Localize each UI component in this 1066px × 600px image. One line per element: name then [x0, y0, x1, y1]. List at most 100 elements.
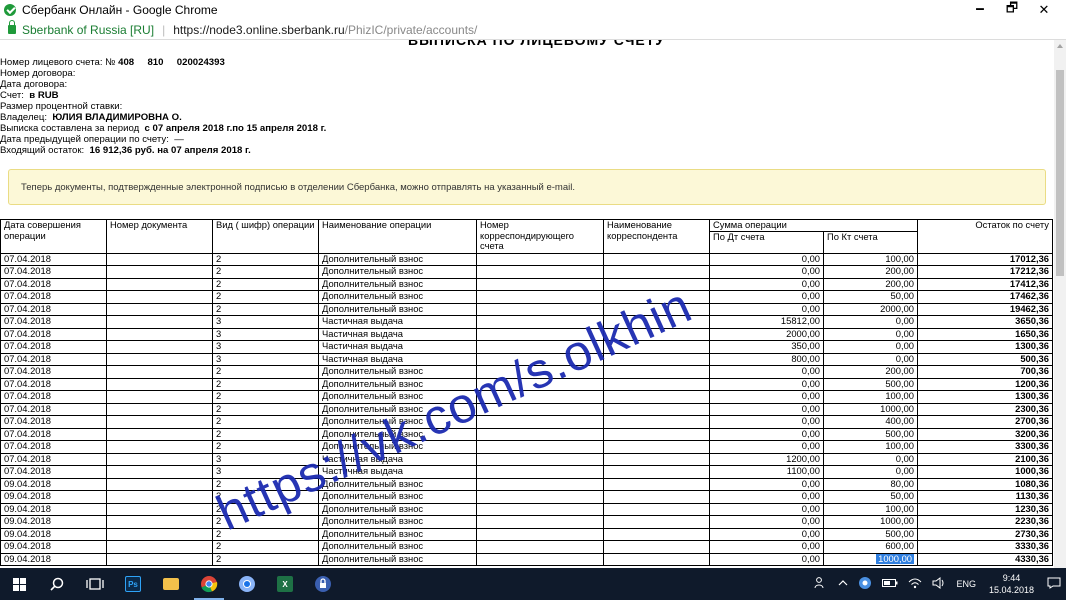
cell-operation-type: 2	[212, 440, 319, 454]
cell-date: 07.04.2018	[0, 290, 107, 304]
cell-corr-name	[603, 527, 710, 541]
cell-credit: 0,00	[823, 327, 918, 341]
clock[interactable]: 9:44 15.04.2018	[989, 572, 1034, 596]
cell-balance: 2300,36	[917, 402, 1053, 416]
taskbar-chrome-alt[interactable]	[228, 568, 266, 600]
cell-date: 07.04.2018	[0, 440, 107, 454]
url-path[interactable]: /PhizIC/private/accounts/	[345, 23, 478, 37]
cell-debit: 0,00	[709, 415, 824, 429]
cell-corr-name	[603, 390, 710, 404]
site-identity[interactable]: Sberbank of Russia [RU]	[22, 23, 154, 37]
cell-credit: 100,00	[823, 252, 918, 266]
table-row: 07.04.2018 2 Дополнительный взнос 0,00 500,0…	[0, 427, 1053, 441]
cell-balance: 2230,36	[917, 515, 1053, 529]
table-header-row: Дата совершения операции Номер документа…	[0, 219, 1053, 254]
cell-doc-number	[106, 390, 213, 404]
url-host[interactable]: https://node3.online.sberbank.ru	[173, 23, 344, 37]
search-button[interactable]	[38, 568, 76, 600]
cell-operation-type: 2	[212, 252, 319, 266]
cell-balance: 2730,36	[917, 527, 1053, 541]
cell-doc-number	[106, 502, 213, 516]
cell-balance: 2700,36	[917, 415, 1053, 429]
info-account-number: Номер лицевого счета: № 408 810 02002439…	[0, 57, 326, 68]
cell-corr-name	[603, 365, 710, 379]
cell-doc-number	[106, 515, 213, 529]
notifications-icon[interactable]	[1047, 577, 1061, 591]
scroll-up-arrow-icon[interactable]	[1057, 44, 1063, 48]
battery-icon[interactable]	[882, 578, 898, 590]
cell-doc-number	[106, 290, 213, 304]
cell-doc-number	[106, 302, 213, 316]
scrollbar-thumb[interactable]	[1056, 70, 1064, 276]
tray-app-icon[interactable]	[858, 576, 872, 592]
contract-date-label: Дата договора:	[0, 79, 68, 90]
cell-operation-type: 2	[212, 290, 319, 304]
volume-icon[interactable]	[932, 577, 946, 591]
address-bar[interactable]: Sberbank of Russia [RU] | https://node3.…	[0, 20, 1066, 40]
cell-operation-type: 3	[212, 352, 319, 366]
cell-debit: 1100,00	[709, 465, 824, 479]
cell-operation-type: 2	[212, 365, 319, 379]
cell-date: 07.04.2018	[0, 315, 107, 329]
cell-corr-account	[476, 465, 604, 479]
cell-balance: 1230,36	[917, 502, 1053, 516]
cell-operation-type: 3	[212, 452, 319, 466]
cell-credit: 500,00	[823, 527, 918, 541]
page-scrollbar[interactable]	[1054, 40, 1066, 568]
cell-credit: 200,00	[823, 277, 918, 291]
cell-balance: 3300,36	[917, 440, 1053, 454]
owner-value: ЮЛИЯ ВЛАДИМИРОВНА О.	[52, 112, 182, 123]
cell-corr-name	[603, 277, 710, 291]
cell-corr-name	[603, 477, 710, 491]
cell-date: 07.04.2018	[0, 265, 107, 279]
cell-operation-type: 2	[212, 265, 319, 279]
col-sum: Сумма операции	[709, 219, 918, 232]
cell-operation-name: Дополнительный взнос	[318, 427, 477, 441]
task-view-button[interactable]	[76, 568, 114, 600]
table-row: 07.04.2018 2 Дополнительный взнос 0,00 200,0…	[0, 265, 1053, 279]
cell-date: 07.04.2018	[0, 327, 107, 341]
people-icon[interactable]	[814, 577, 828, 591]
taskbar-chrome[interactable]	[190, 568, 228, 600]
network-icon[interactable]	[908, 577, 922, 591]
close-button[interactable]: ✕	[1028, 0, 1060, 20]
cell-debit: 0,00	[709, 515, 824, 529]
cell-corr-name	[603, 502, 710, 516]
cell-credit: 1000,00	[823, 515, 918, 529]
page-title: ВЫПИСКА ПО ЛИЦЕВОМУ СЧЕТУ	[408, 40, 665, 48]
taskbar-file-explorer[interactable]	[152, 568, 190, 600]
cell-doc-number	[106, 377, 213, 391]
table-row: 07.04.2018 2 Дополнительный взнос 0,00 2000,…	[0, 302, 1053, 316]
taskbar-photoshop[interactable]: Ps	[114, 568, 152, 600]
chevron-up-icon[interactable]	[838, 579, 848, 589]
col-debit: По Дт счета	[709, 230, 824, 254]
cell-date: 07.04.2018	[0, 452, 107, 466]
restore-button[interactable]: 🗗	[996, 0, 1028, 20]
col-operation-type: Вид ( шифр) операции	[212, 219, 319, 254]
cell-corr-account	[476, 415, 604, 429]
owner-label: Владелец:	[0, 112, 48, 123]
cell-credit: 100,00	[823, 502, 918, 516]
cell-corr-account	[476, 327, 604, 341]
cell-debit: 0,00	[709, 402, 824, 416]
cell-credit: 200,00	[823, 365, 918, 379]
cell-balance: 17412,36	[917, 277, 1053, 291]
cell-operation-name: Дополнительный взнос	[318, 527, 477, 541]
taskbar-excel[interactable]: X	[266, 568, 304, 600]
cell-date: 09.04.2018	[0, 490, 107, 504]
prev-operation-value: —	[174, 134, 184, 145]
cell-doc-number	[106, 552, 213, 566]
start-button[interactable]	[0, 568, 38, 600]
lock-icon[interactable]	[8, 20, 16, 34]
cell-doc-number	[106, 452, 213, 466]
account-number-label: Номер лицевого счета: №	[0, 57, 116, 68]
table-row: 09.04.2018 2 Дополнительный взнос 0,00 100,0…	[0, 502, 1053, 516]
minimize-button[interactable]: 🗕	[964, 0, 996, 20]
cell-operation-type: 2	[212, 390, 319, 404]
language-indicator[interactable]: ENG	[956, 579, 976, 589]
task-view-icon	[86, 578, 104, 590]
cell-corr-account	[476, 452, 604, 466]
taskbar-security-app[interactable]	[304, 568, 342, 600]
cell-doc-number	[106, 527, 213, 541]
cell-balance: 1300,36	[917, 390, 1053, 404]
